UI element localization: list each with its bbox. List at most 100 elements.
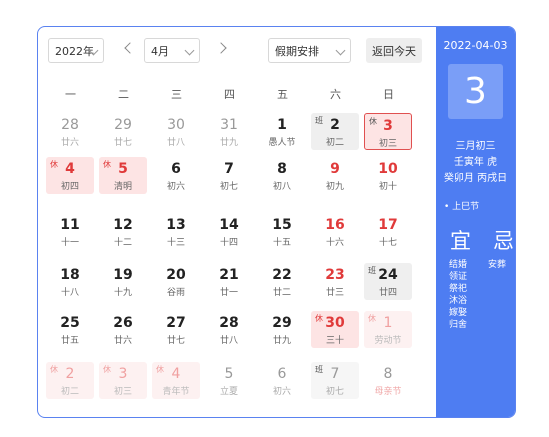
day-cell[interactable]: 14 十四 [205, 213, 253, 250]
day-cell[interactable]: 22 廿二 [258, 263, 306, 300]
day-cell[interactable]: 休 1 劳动节 [364, 311, 412, 348]
lunar-label: 廿一 [219, 288, 238, 298]
day-cell[interactable]: 19 十九 [99, 263, 147, 300]
day-cell[interactable]: 9 初九 [311, 157, 359, 194]
day-number: 18 [60, 267, 80, 283]
lunar-label: 廿五 [60, 336, 79, 346]
day-number: 7 [330, 366, 340, 382]
lunar-label: 初二 [60, 387, 79, 397]
day-cell[interactable]: 29 廿七 [99, 113, 147, 150]
lunar-label: 初二 [325, 138, 344, 148]
day-number: 30 [167, 117, 185, 133]
day-cell[interactable]: 休 3 初三 [99, 362, 147, 399]
year-select[interactable]: 2022年 [48, 38, 104, 63]
day-cell[interactable]: 21 廿一 [205, 263, 253, 300]
holiday-select-value: 假期安排 [275, 44, 319, 58]
month-select[interactable]: 4月 [144, 38, 200, 63]
day-cell[interactable]: 30 廿八 [152, 113, 200, 150]
day-number: 23 [325, 267, 345, 283]
day-number: 21 [219, 267, 239, 283]
day-number: 29 [272, 315, 292, 331]
day-cell[interactable]: 6 初六 [258, 362, 306, 399]
day-cell[interactable]: 20 谷雨 [152, 263, 200, 300]
day-number: 25 [60, 315, 80, 331]
lunar-label: 廿四 [378, 288, 397, 298]
lunar-label: 廿七 [166, 336, 185, 346]
day-cell[interactable]: 27 廿七 [152, 311, 200, 348]
day-cell[interactable]: 班 24 廿四 [364, 263, 412, 300]
day-cell[interactable]: 15 十五 [258, 213, 306, 250]
day-cell[interactable]: 8 初八 [258, 157, 306, 194]
day-cell[interactable]: 8 母亲节 [364, 362, 412, 399]
lunar-label: 清明 [113, 182, 132, 192]
lunar-label: 廿六 [113, 336, 132, 346]
lunar-label: 廿九 [272, 336, 291, 346]
lunar-date: 三月初三 [455, 141, 496, 152]
day-cell[interactable]: 25 廿五 [46, 311, 94, 348]
day-cell[interactable]: 休 4 初四 [46, 157, 94, 194]
day-cell[interactable]: 28 廿六 [46, 113, 94, 150]
day-cell[interactable]: 5 立夏 [205, 362, 253, 399]
day-cell[interactable]: 18 十八 [46, 263, 94, 300]
day-cell[interactable]: 17 十七 [364, 213, 412, 250]
lunar-label: 廿八 [166, 138, 185, 148]
day-cell[interactable]: 26 廿六 [99, 311, 147, 348]
day-cell[interactable]: 7 初七 [205, 157, 253, 194]
lunar-label: 十九 [113, 288, 132, 298]
lunar-label: 初六 [272, 387, 291, 397]
day-cell[interactable]: 休 3 初三 [364, 113, 412, 150]
next-month-icon[interactable] [215, 42, 227, 54]
month-select-value: 4月 [151, 44, 169, 58]
day-number: 12 [113, 217, 133, 233]
day-cell[interactable]: 10 初十 [364, 157, 412, 194]
day-number: 4 [65, 161, 75, 177]
lunar-label: 初三 [113, 387, 132, 397]
day-cell[interactable]: 23 廿三 [311, 263, 359, 300]
day-number: 8 [277, 161, 287, 177]
day-number: 24 [378, 267, 398, 283]
day-cell[interactable]: 11 十一 [46, 213, 94, 250]
day-number: 10 [378, 161, 398, 177]
day-cell[interactable]: 班 7 初七 [311, 362, 359, 399]
calendar-widget: 2022年 4月 假期安排 返回今天 一二三四五六日 28 廿六 29 廿七 30 廿八 3… [37, 26, 516, 418]
day-cell[interactable]: 6 初六 [152, 157, 200, 194]
lunar-label: 十四 [219, 238, 238, 248]
day-cell[interactable]: 班 2 初二 [311, 113, 359, 150]
lunar-label: 青年节 [162, 387, 190, 397]
lunar-label: 劳动节 [374, 336, 402, 346]
lunar-label: 廿六 [60, 138, 79, 148]
holiday-select[interactable]: 假期安排 [268, 38, 351, 63]
day-cell[interactable]: 31 廿九 [205, 113, 253, 150]
selected-day-number: 3 [448, 64, 503, 119]
day-detail-panel: 2022-04-03 3 三月初三 壬寅年 虎 癸卯月 丙戌日 • 上巳节 宜 … [436, 27, 515, 417]
lunar-label: 初七 [219, 182, 238, 192]
day-cell[interactable]: 16 十六 [311, 213, 359, 250]
day-cell[interactable]: 13 十三 [152, 213, 200, 250]
day-cell[interactable]: 29 廿九 [258, 311, 306, 348]
lunar-label: 初八 [272, 182, 291, 192]
back-to-today-button[interactable]: 返回今天 [366, 38, 422, 63]
day-number: 31 [220, 117, 238, 133]
ji-item: 安葬 [488, 260, 507, 270]
day-number: 1 [383, 315, 393, 331]
day-number: 11 [60, 217, 80, 233]
day-number: 5 [224, 366, 234, 382]
yi-item: 归舍 [449, 320, 468, 330]
day-number: 1 [277, 117, 287, 133]
day-cell[interactable]: 休 30 三十 [311, 311, 359, 348]
day-cell[interactable]: 休 4 青年节 [152, 362, 200, 399]
day-cell[interactable]: 1 愚人节 [258, 113, 306, 150]
day-cell[interactable]: 休 2 初二 [46, 362, 94, 399]
day-cell[interactable]: 休 5 清明 [99, 157, 147, 194]
day-number: 6 [171, 161, 181, 177]
day-number: 30 [325, 315, 345, 331]
weekday-label: 三 [171, 88, 182, 101]
lunar-label: 廿九 [219, 138, 238, 148]
lunar-label: 初三 [378, 139, 397, 149]
prev-month-icon[interactable] [124, 42, 136, 54]
weekday-label: 四 [224, 88, 235, 101]
day-cell[interactable]: 12 十二 [99, 213, 147, 250]
day-number: 3 [383, 118, 393, 134]
day-cell[interactable]: 28 廿八 [205, 311, 253, 348]
day-number: 2 [330, 117, 340, 133]
